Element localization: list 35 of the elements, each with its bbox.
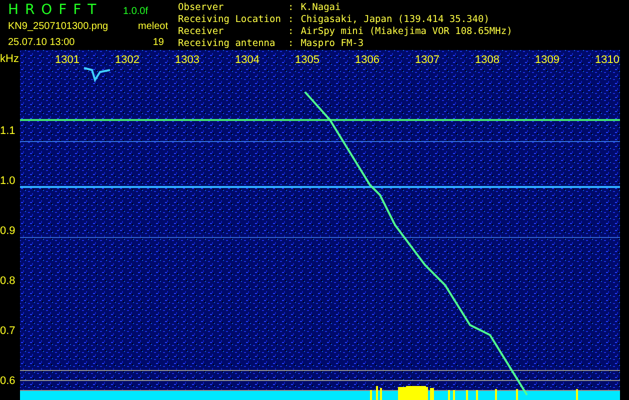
count-label: meleot xyxy=(138,20,168,32)
info-separator: : xyxy=(288,38,294,50)
info-separator: : xyxy=(288,26,294,38)
frequency-axis-label: 0.8 xyxy=(0,275,16,287)
app-title: H R O F F T xyxy=(8,2,98,18)
version-label: 1.0.0f xyxy=(123,6,148,17)
info-separator: : xyxy=(288,2,294,14)
time-axis-label: 1309 xyxy=(535,54,560,66)
frequency-axis-label: 0.6 xyxy=(0,375,16,387)
info-label: Observer xyxy=(178,2,225,14)
time-axis-label: 1302 xyxy=(115,54,140,66)
time-axis-label: 1310 xyxy=(595,54,620,66)
info-label: Receiving Location xyxy=(178,14,281,26)
time-axis-label: 1307 xyxy=(415,54,440,66)
time-axis-label: 1301 xyxy=(55,54,80,66)
info-value: K.Nagai xyxy=(300,2,342,14)
count-value: 19 xyxy=(152,36,164,48)
info-value: Chigasaki, Japan (139.414 35.340) xyxy=(300,14,490,26)
time-axis-label: 1303 xyxy=(175,54,200,66)
info-value: Maspro FM-3 xyxy=(300,38,365,50)
info-label: Receiver xyxy=(178,26,225,38)
frequency-axis-label: 0.7 xyxy=(0,325,16,337)
time-axis-label: 1306 xyxy=(355,54,380,66)
info-label: Receiving antenna xyxy=(178,38,276,50)
frequency-axis-label: 1.0 xyxy=(0,175,16,187)
frequency-axis-label: 0.9 xyxy=(0,225,16,237)
frequency-axis-label: 1.1 xyxy=(0,125,16,137)
time-axis-label: 1304 xyxy=(235,54,260,66)
info-value: AirSpy mini (Miakejima VOR 108.65MHz) xyxy=(300,26,512,38)
datetime-label: 25.07.10 13:00 xyxy=(8,36,75,48)
filename-label: KN9_2507101300.png xyxy=(8,20,108,32)
time-axis-label: 1308 xyxy=(475,54,500,66)
time-axis-label: 1305 xyxy=(295,54,320,66)
info-separator: : xyxy=(288,14,294,26)
unit-label: kHz xyxy=(0,53,19,65)
